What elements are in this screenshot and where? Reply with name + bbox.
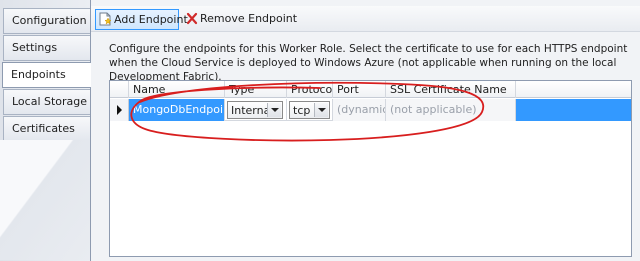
remove-endpoint-label: Remove Endpoint (200, 12, 298, 25)
type-dropdown[interactable]: Internal (227, 101, 283, 119)
description-text: Configure the endpoints for this Worker … (109, 43, 628, 83)
tab-label: Local Storage (12, 95, 88, 108)
column-header-protocol[interactable]: Protocol (287, 81, 333, 98)
tab-strip: Configuration Settings Endpoints Local S… (0, 0, 91, 261)
tab-label: Configuration (12, 14, 87, 27)
add-endpoint-button[interactable]: Add Endpoint (95, 9, 188, 30)
row-header[interactable] (110, 99, 129, 121)
column-header-port[interactable]: Port (333, 81, 386, 98)
grid-header: Name Type Protocol Port SSL Certificate … (110, 81, 631, 98)
protocol-dropdown[interactable]: tcp (289, 101, 330, 119)
tab-local-storage[interactable]: Local Storage (3, 89, 90, 115)
column-header-type[interactable]: Type (225, 81, 287, 98)
tab-label: Endpoints (11, 68, 66, 81)
toolbar: Add Endpoint Remove Endpoint (91, 6, 640, 32)
endpoints-grid: Name Type Protocol Port SSL Certificate … (109, 80, 632, 257)
remove-endpoint-button[interactable]: Remove Endpoint (183, 9, 297, 30)
cell-type[interactable]: Internal (225, 99, 287, 121)
tab-endpoints[interactable]: Endpoints (2, 62, 91, 88)
tab-label: Settings (12, 41, 58, 54)
tab-settings[interactable]: Settings (3, 35, 90, 61)
endpoints-panel: Add Endpoint Remove Endpoint Configure t… (90, 0, 640, 261)
protocol-value: tcp (293, 104, 311, 117)
tab-configuration[interactable]: Configuration (3, 8, 90, 34)
current-row-arrow-icon (117, 105, 122, 115)
column-header-name[interactable]: Name (129, 81, 225, 98)
tab-label: Certificates (12, 122, 75, 135)
red-x-icon (186, 12, 198, 25)
tab-certificates[interactable]: Certificates (3, 116, 90, 142)
cell-name[interactable]: MongoDbEndpoint (129, 99, 225, 121)
column-header-ssl-certificate[interactable]: SSL Certificate Name (386, 81, 516, 98)
cell-ssl-certificate[interactable]: (not applicable) (386, 99, 516, 121)
add-endpoint-label: Add Endpoint (114, 13, 188, 26)
cell-protocol[interactable]: tcp (287, 99, 333, 121)
cell-port[interactable]: (dynamic) (333, 99, 386, 121)
header-corner (110, 81, 129, 98)
add-document-icon (99, 12, 112, 26)
chevron-down-icon[interactable] (267, 103, 281, 117)
chevron-down-icon[interactable] (314, 103, 328, 117)
table-row[interactable]: MongoDbEndpoint Internal tcp (dynamic) (… (110, 99, 631, 121)
tab-strip-background (0, 140, 90, 260)
row-fill (516, 99, 631, 121)
